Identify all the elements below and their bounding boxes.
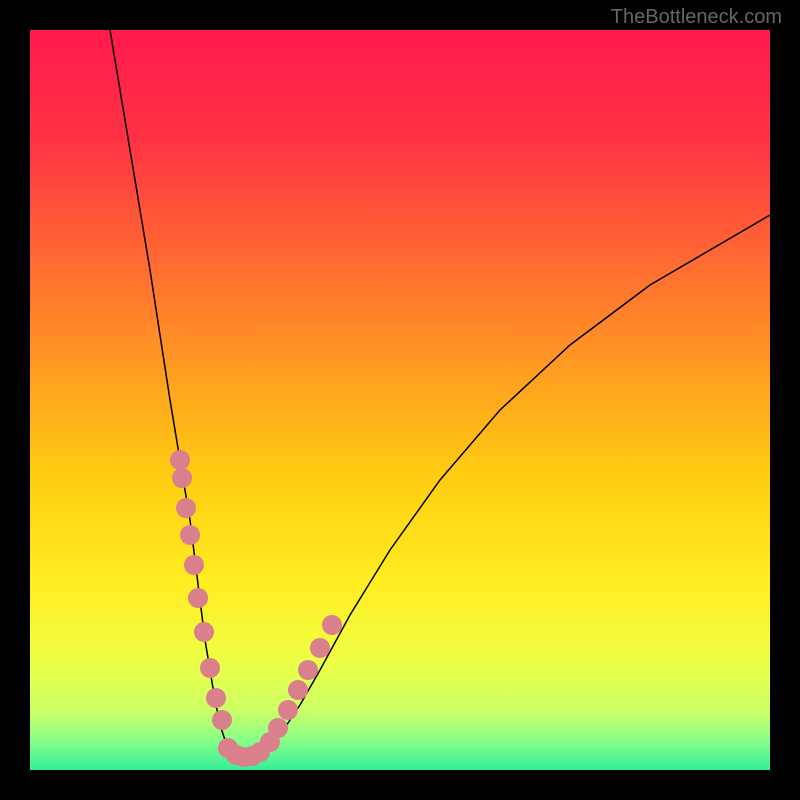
data-point: [172, 468, 192, 488]
data-point: [288, 680, 308, 700]
data-point: [170, 450, 190, 470]
data-point: [298, 660, 318, 680]
data-point: [322, 615, 342, 635]
data-point: [200, 658, 220, 678]
watermark-text: TheBottleneck.com: [611, 6, 782, 29]
data-point: [194, 622, 214, 642]
data-point: [184, 555, 204, 575]
data-point: [206, 688, 226, 708]
data-point: [278, 700, 298, 720]
data-point: [268, 718, 288, 738]
bottleneck-curve: [110, 30, 770, 757]
data-point: [310, 638, 330, 658]
data-point: [176, 498, 196, 518]
data-point: [212, 710, 232, 730]
data-point: [188, 588, 208, 608]
data-point: [180, 525, 200, 545]
chart-plot-area: [30, 30, 770, 770]
data-points-group: [170, 450, 342, 767]
curve-overlay: [30, 30, 770, 770]
